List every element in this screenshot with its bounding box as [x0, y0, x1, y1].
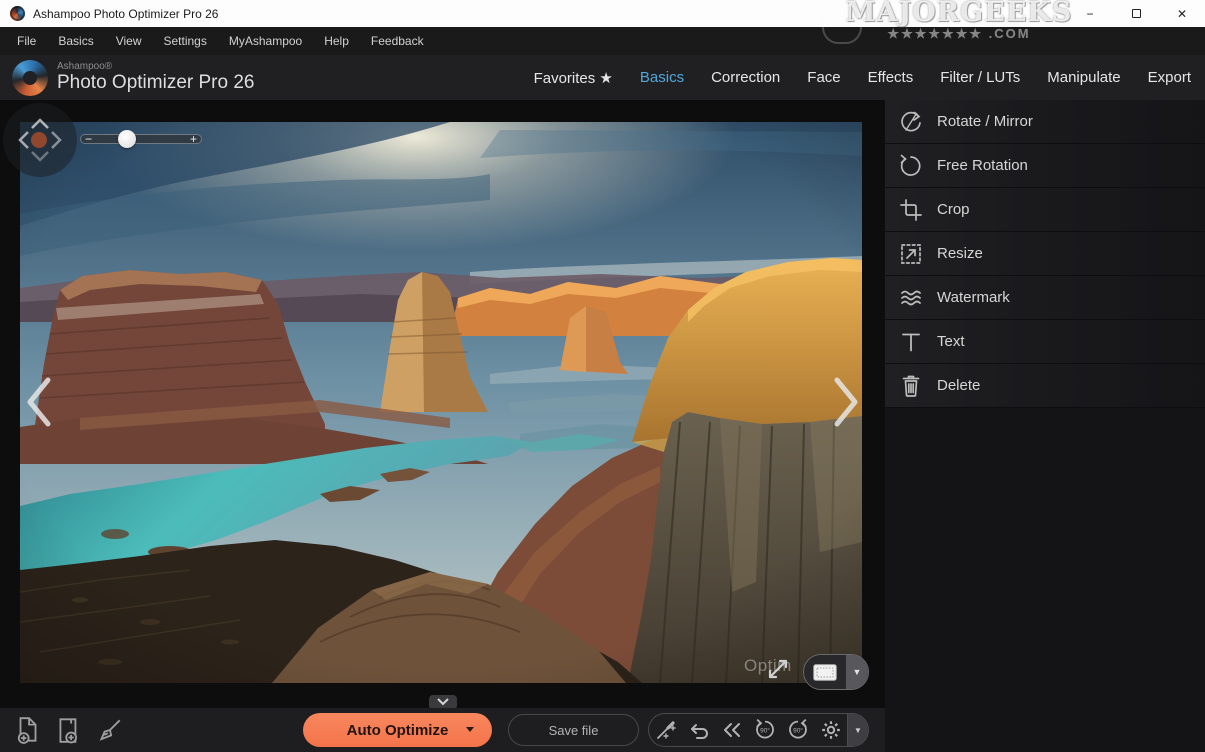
brand: Ashampoo® Photo Optimizer Pro 26 [57, 62, 254, 92]
maximize-icon [1132, 9, 1141, 18]
page-title: Photo Optimizer Pro 26 [57, 73, 254, 93]
clear-list-button[interactable] [94, 714, 126, 746]
zoom-slider-thumb[interactable] [118, 130, 136, 148]
sidebar-item-label: Rotate / Mirror [937, 113, 1033, 130]
bottom-toolbar: Auto Optimize Save file [0, 708, 885, 752]
chevron-down-icon [438, 699, 448, 704]
view-mode-dropdown[interactable]: ▼ [846, 655, 868, 689]
resize-icon [898, 241, 924, 267]
menu-settings[interactable]: Settings [152, 27, 217, 55]
menu-file[interactable]: File [6, 27, 47, 55]
zoom-out-button[interactable]: − [85, 130, 92, 148]
settings-button[interactable] [814, 714, 847, 746]
sidebar-item-free-rotation[interactable]: Free Rotation [885, 144, 1205, 188]
sidebar-item-label: Resize [937, 245, 983, 262]
main-tabs: Favorites ★ Basics Correction Face Effec… [534, 69, 1191, 87]
sidebar-item-label: Free Rotation [937, 157, 1028, 174]
undo-button[interactable] [682, 714, 715, 746]
free-rotation-icon [898, 153, 924, 179]
sidebar-item-crop[interactable]: Crop [885, 188, 1205, 232]
close-button[interactable]: ✕ [1159, 0, 1205, 27]
zoom-slider-track[interactable] [80, 134, 202, 144]
pan-navigator[interactable] [2, 102, 78, 178]
tab-export[interactable]: Export [1148, 69, 1191, 86]
view-mode-control[interactable]: ▼ [803, 654, 869, 690]
zoom-in-button[interactable]: + [190, 130, 197, 148]
tab-face[interactable]: Face [807, 69, 840, 86]
window-controls: − ✕ [1067, 0, 1205, 27]
titlebar: Ashampoo Photo Optimizer Pro 26 − ✕ [0, 0, 1205, 27]
window-title: Ashampoo Photo Optimizer Pro 26 [33, 7, 218, 21]
collapse-toolbar-button[interactable] [429, 695, 457, 709]
auto-optimize-button[interactable]: Auto Optimize [303, 713, 492, 747]
delete-icon [898, 373, 924, 399]
rotate-mirror-icon [898, 109, 924, 135]
canvas-area: − + Optim ▼ [0, 100, 885, 752]
svg-text:90°: 90° [793, 727, 803, 735]
sidebar-item-label: Watermark [937, 289, 1010, 306]
tab-correction[interactable]: Correction [711, 69, 780, 86]
header: Ashampoo® Photo Optimizer Pro 26 Favorit… [0, 55, 1205, 100]
chevron-right-icon [837, 380, 855, 424]
auto-optimize-label: Auto Optimize [347, 722, 449, 739]
menubar: File Basics View Settings MyAshampoo Hel… [0, 27, 1205, 55]
save-file-label: Save file [549, 723, 599, 738]
sidebar-item-label: Text [937, 333, 965, 350]
app-icon [10, 6, 25, 21]
maximize-button[interactable] [1113, 0, 1159, 27]
text-icon [898, 329, 924, 355]
quick-tools-dropdown[interactable]: ▼ [847, 714, 868, 746]
tab-basics[interactable]: Basics [640, 69, 684, 86]
sidebar-item-label: Crop [937, 201, 970, 218]
main-area: − + Optim ▼ [0, 100, 1205, 752]
svg-text:90°: 90° [760, 727, 770, 735]
menu-basics[interactable]: Basics [47, 27, 104, 55]
minimize-button[interactable]: − [1067, 0, 1113, 27]
menu-view[interactable]: View [105, 27, 153, 55]
undo-all-icon [725, 724, 731, 736]
quick-tools-group: 90° 90° ▼ [648, 713, 869, 747]
file-actions [12, 714, 126, 746]
tab-effects[interactable]: Effects [868, 69, 914, 86]
chevron-left-icon [30, 380, 48, 424]
pan-center-dot [31, 132, 47, 148]
rotate-right-button[interactable]: 90° [781, 714, 814, 746]
sidebar-item-label: Delete [937, 377, 980, 394]
previous-image-button[interactable] [26, 376, 52, 428]
add-folder-button[interactable] [53, 714, 85, 746]
fullscreen-expand-icon[interactable] [766, 657, 790, 681]
menu-help[interactable]: Help [313, 27, 360, 55]
zoom-slider[interactable]: − + [80, 130, 202, 148]
broom-icon [110, 720, 120, 730]
menu-feedback[interactable]: Feedback [360, 27, 435, 55]
watermark-icon [898, 285, 924, 311]
add-file-button[interactable] [12, 714, 44, 746]
photo-canvas[interactable] [20, 122, 862, 683]
sidebar-item-rotate-mirror[interactable]: Rotate / Mirror [885, 100, 1205, 144]
single-view-button[interactable] [804, 655, 846, 689]
sidebar-item-watermark[interactable]: Watermark [885, 276, 1205, 320]
tab-favorites[interactable]: Favorites ★ [534, 69, 613, 87]
tab-manipulate[interactable]: Manipulate [1047, 69, 1120, 86]
next-image-button[interactable] [833, 376, 859, 428]
tools-sidebar: Rotate / Mirror Free Rotation Crop [885, 100, 1205, 752]
tab-filter-luts[interactable]: Filter / LUTs [940, 69, 1020, 86]
gear-icon [827, 727, 833, 733]
ashampoo-logo-icon [12, 60, 48, 96]
sidebar-item-delete[interactable]: Delete [885, 364, 1205, 408]
magic-wand-button[interactable] [649, 714, 682, 746]
crop-icon [898, 197, 924, 223]
auto-optimize-dropdown-icon[interactable] [466, 727, 474, 732]
save-file-button[interactable]: Save file [508, 714, 639, 746]
menu-myashampoo[interactable]: MyAshampoo [218, 27, 313, 55]
rotate-left-button[interactable]: 90° [748, 714, 781, 746]
undo-all-button[interactable] [715, 714, 748, 746]
sidebar-item-text[interactable]: Text [885, 320, 1205, 364]
sidebar-item-resize[interactable]: Resize [885, 232, 1205, 276]
